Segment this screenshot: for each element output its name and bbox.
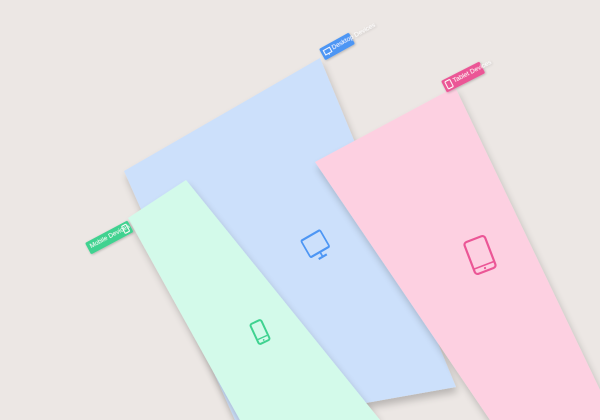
tablet-tag: Tablet Devices (441, 59, 494, 93)
mockup-canvas: Desktop Devices Mobile Devices Tablet De… (85, 21, 600, 420)
mobile-tag-title: Mobile Devices (89, 223, 132, 250)
mockup-scene: Desktop Devices Mobile Devices Tablet De… (0, 0, 600, 420)
desktop-tag-title: Desktop Devices (331, 21, 378, 51)
tablet-tag-title: Tablet Devices (452, 59, 494, 85)
desktop-tag: Desktop Devices (319, 21, 378, 60)
mobile-tag: Mobile Devices (85, 220, 133, 254)
